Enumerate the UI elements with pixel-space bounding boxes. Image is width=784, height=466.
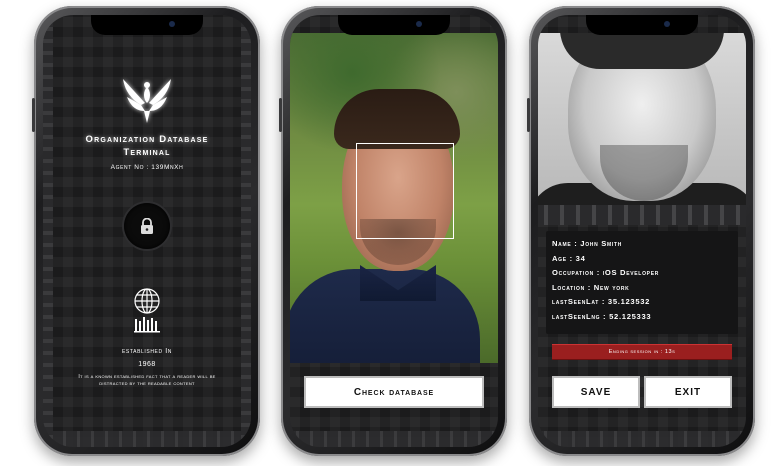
phone-frame-login: Organization Database Terminal Agent No … [32,6,260,456]
globe-icon [134,288,160,333]
info-row-name: Name : John Smith [552,239,622,248]
ornament-side-left [43,15,53,447]
phone-frame-scan: Check database [279,6,507,456]
info-row-lat: lastSeenLat : 35.123532 [552,297,651,307]
subject-info-panel: Name : John Smith Age : 34 Occupation : … [546,231,738,334]
login-screen: Organization Database Terminal Agent No … [43,15,251,447]
scan-screen: Check database [290,15,498,447]
phoenix-logo-icon [123,79,171,123]
face-detection-box [356,143,454,239]
ornament-strip [538,205,746,225]
description-text: It is a known established fact that a re… [78,374,216,387]
ornament-border [43,431,251,447]
exit-button[interactable]: EXIT [644,376,732,408]
notch [586,15,698,35]
agent-number: Agent No : 139MnXh [110,164,184,171]
unlock-button[interactable] [124,203,170,249]
info-row-occupation: Occupation : iOS Developer [552,268,660,278]
notch [338,15,450,35]
established-year: 1968 [138,361,156,368]
save-button[interactable]: SAVE [552,376,640,408]
established-label: established In [122,348,172,355]
ornament-border [290,431,498,447]
info-row-lng: lastSeenLng : 52.125333 [552,311,652,321]
session-timer-bar: Ending session in : 13s [552,344,732,360]
phone-frame-result: Name : John Smith Age : 34 Occupation : … [527,6,755,456]
subject-photo [538,33,746,205]
ornament-border [538,431,746,447]
notch [91,15,203,35]
app-title: Organization Database Terminal [85,134,209,158]
info-row-location: Location : New york [552,282,630,292]
check-database-button[interactable]: Check database [304,376,484,408]
ornament-side-right [241,15,251,447]
result-screen: Name : John Smith Age : 34 Occupation : … [538,15,746,447]
camera-preview [290,33,498,363]
info-row-age: Age : 34 [552,253,586,263]
lock-icon [141,218,153,234]
